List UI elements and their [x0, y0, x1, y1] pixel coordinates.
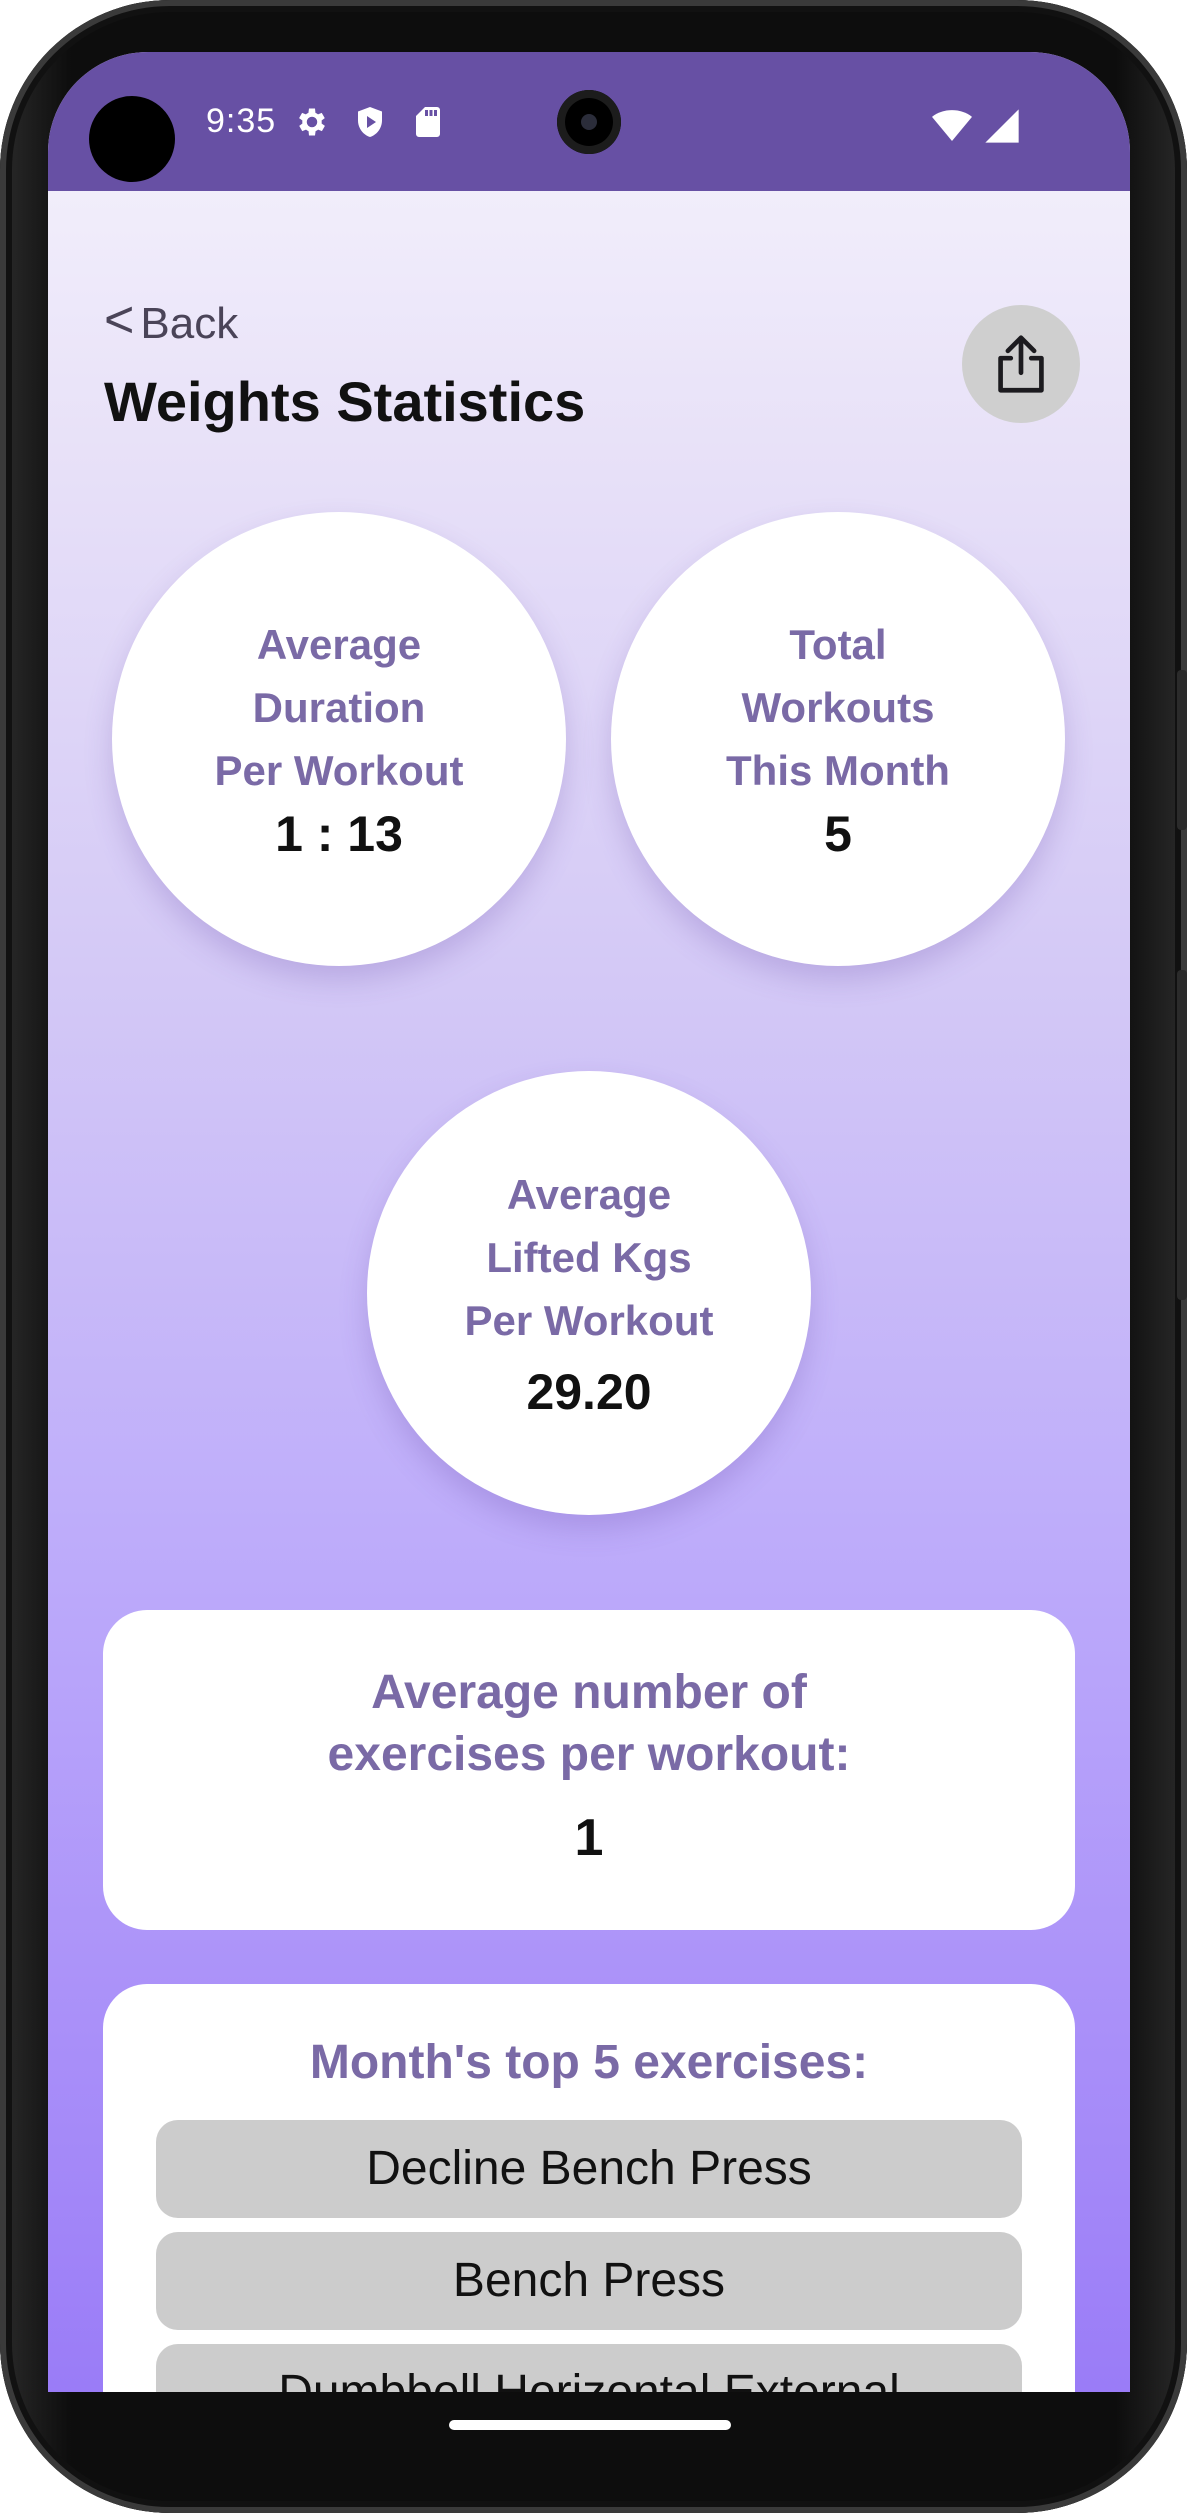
avg-lifted-circle: Average Lifted Kgs Per Workout 29.20: [367, 1071, 811, 1515]
sd-card-icon: [416, 107, 440, 137]
back-label: Back: [140, 299, 239, 348]
camera-cutout: [89, 96, 175, 182]
page-title: Weights Statistics: [104, 370, 586, 433]
top-exercises-list: Decline Bench Press Bench Press Dumbbell…: [103, 2120, 1075, 2392]
total-workouts-circle: Total Workouts This Month 5: [611, 512, 1065, 966]
exercise-item[interactable]: Bench Press: [156, 2232, 1022, 2330]
avg-duration-circle: Average Duration Per Workout 1 : 13: [112, 512, 566, 966]
volume-button: [1177, 970, 1187, 1300]
avg-exercises-value: 1: [574, 1809, 604, 1867]
avg-exercises-title: Average number of exercises per workout:: [327, 1666, 851, 1781]
home-indicator[interactable]: [449, 2420, 731, 2430]
phone-frame: 9:35 < Back Weights Statistics Average D…: [0, 0, 1187, 2513]
back-chevron-icon: <: [104, 291, 135, 349]
total-workouts-value: 5: [824, 805, 852, 862]
avg-duration-value: 1 : 13: [275, 805, 403, 862]
wifi-icon: [932, 110, 972, 141]
status-icons: [294, 104, 446, 140]
share-icon: [998, 335, 1044, 393]
avg-lifted-value: 29.20: [526, 1363, 652, 1420]
avg-exercises-card: Average number of exercises per workout:…: [103, 1610, 1075, 1930]
shield-play-icon: [358, 107, 382, 137]
status-time: 9:35: [206, 102, 277, 140]
status-right-icons: [932, 106, 1022, 146]
share-button[interactable]: [962, 305, 1080, 423]
exercise-item[interactable]: Dumbbell Horizontal External: [156, 2344, 1022, 2392]
front-camera: [557, 90, 621, 154]
screen: 9:35 < Back Weights Statistics Average D…: [48, 52, 1130, 2392]
top-exercises-title: Month's top 5 exercises:: [309, 2036, 869, 2089]
total-workouts-label: Total Workouts This Month: [726, 620, 950, 794]
gear-icon: [299, 108, 325, 136]
avg-duration-label: Average Duration Per Workout: [214, 620, 464, 794]
power-button: [1177, 670, 1187, 830]
signal-icon: [985, 109, 1019, 143]
status-bar: 9:35: [48, 52, 1130, 191]
avg-lifted-label: Average Lifted Kgs Per Workout: [464, 1170, 714, 1344]
exercise-item[interactable]: Decline Bench Press: [156, 2120, 1022, 2218]
back-button[interactable]: < Back: [104, 294, 239, 349]
top-exercises-card: Month's top 5 exercises: Decline Bench P…: [103, 1984, 1075, 2392]
